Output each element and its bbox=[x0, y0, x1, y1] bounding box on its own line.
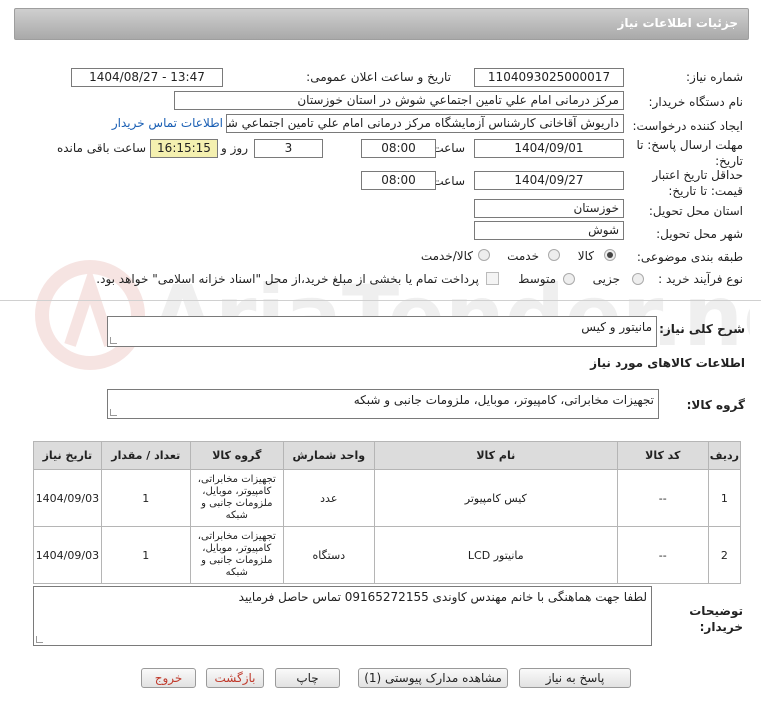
process-type-label: نوع فرآیند خرید : bbox=[658, 272, 743, 286]
category-option-service: خدمت bbox=[507, 249, 539, 263]
page-header: جزئیات اطلاعات نیاز bbox=[14, 8, 749, 40]
deadline-time-label: ساعت bbox=[432, 141, 465, 155]
contact-info-link[interactable]: اطلاعات تماس خریدار bbox=[112, 116, 223, 130]
remaining-time-field: 16:15:15 bbox=[150, 139, 218, 158]
process-radio-medium[interactable] bbox=[563, 273, 575, 285]
category-label: طبقه بندی موضوعی: bbox=[636, 250, 743, 264]
table-header-row: ردیف کد کالا نام کالا واحد شمارش گروه کا… bbox=[33, 441, 742, 470]
cell-code: -- bbox=[616, 526, 709, 584]
col-header-date: تاریخ نیاز bbox=[33, 441, 102, 470]
cell-group: تجهیزات مخابراتی، کامپیوتر، موبایل، ملزو… bbox=[189, 469, 284, 527]
cell-date: 1404/09/03 bbox=[33, 526, 102, 584]
summary-label: شرح کلی نیاز: bbox=[659, 322, 745, 336]
col-header-unit: واحد شمارش bbox=[282, 441, 375, 470]
announce-label: تاریخ و ساعت اعلان عمومی: bbox=[306, 70, 451, 84]
category-radio-service[interactable] bbox=[548, 249, 560, 261]
notes-field: لطفا جهت هماهنگی با خانم مهندس کاوندی 09… bbox=[33, 586, 652, 646]
validity-time-label: ساعت bbox=[432, 174, 465, 188]
need-number-label: شماره نیاز: bbox=[686, 70, 743, 84]
category-radio-both[interactable] bbox=[478, 249, 490, 261]
deadline-time-field: 08:00 bbox=[361, 139, 436, 158]
category-option-both: کالا/خدمت bbox=[420, 249, 473, 263]
creator-label: ایجاد کننده درخواست: bbox=[632, 119, 743, 133]
need-number-field: 1104093025000017 bbox=[474, 68, 624, 87]
province-label: استان محل تحویل: bbox=[648, 204, 743, 218]
process-option-minor: جزیی bbox=[592, 272, 620, 286]
validity-date-field: 1404/09/27 bbox=[474, 171, 624, 190]
remaining-time-label: ساعت باقی مانده bbox=[56, 141, 146, 155]
days-label: روز و bbox=[221, 141, 248, 155]
col-header-qty: تعداد / مقدار bbox=[100, 441, 191, 470]
cell-name: مانیتور LCD bbox=[373, 526, 618, 584]
validity-time-field: 08:00 bbox=[361, 171, 436, 190]
notes-label: توضیحات خریدار: bbox=[689, 604, 743, 634]
page-title: جزئیات اطلاعات نیاز bbox=[617, 16, 738, 30]
table-row[interactable]: 2 -- مانیتور LCD دستگاه تجهیزات مخابراتی… bbox=[33, 526, 742, 584]
treasury-checkbox[interactable] bbox=[486, 272, 499, 285]
cell-name: کیس کامپیوتر bbox=[373, 469, 618, 527]
col-header-group: گروه کالا bbox=[189, 441, 284, 470]
creator-field: داریوش آقاخانی کارشناس آزمایشگاه مرکز در… bbox=[226, 114, 624, 133]
goods-info-title: اطلاعات کالاهای مورد نیاز bbox=[590, 356, 745, 370]
attachments-button[interactable]: مشاهده مدارک پیوستی (1) bbox=[358, 668, 508, 688]
print-button[interactable]: چاپ bbox=[275, 668, 340, 688]
cell-qty: 1 bbox=[100, 469, 191, 527]
deadline-date-field: 1404/09/01 bbox=[474, 139, 624, 158]
summary-field: مانیتور و کیس bbox=[107, 316, 657, 347]
buyer-org-label: نام دستگاه خریدار: bbox=[648, 95, 744, 109]
cell-code: -- bbox=[616, 469, 709, 527]
items-table: ردیف کد کالا نام کالا واحد شمارش گروه کا… bbox=[33, 441, 742, 584]
category-radio-goods[interactable] bbox=[604, 249, 616, 261]
cell-group: تجهیزات مخابراتی، کامپیوتر، موبایل، ملزو… bbox=[189, 526, 284, 584]
col-header-row: ردیف bbox=[707, 441, 742, 470]
days-field: 3 bbox=[254, 139, 323, 158]
cell-row-number: 1 bbox=[707, 469, 742, 527]
payment-note: پرداخت تمام یا بخشی از مبلغ خرید،از محل … bbox=[96, 272, 479, 286]
city-field: شوش bbox=[474, 221, 624, 240]
cell-unit: عدد bbox=[282, 469, 375, 527]
buyer-org-field: مرکز درمانی امام علي تامين اجتماعي شوش د… bbox=[174, 91, 624, 110]
reply-button[interactable]: پاسخ به نیاز bbox=[519, 668, 631, 688]
cell-qty: 1 bbox=[100, 526, 191, 584]
process-radio-minor[interactable] bbox=[632, 273, 644, 285]
exit-button[interactable]: خروج bbox=[141, 668, 196, 688]
process-option-medium: متوسط bbox=[518, 272, 556, 286]
table-row[interactable]: 1 -- کیس کامپیوتر عدد تجهیزات مخابراتی، … bbox=[33, 469, 742, 527]
col-header-code: کد کالا bbox=[616, 441, 709, 470]
validity-label: حداقل تاریخ اعتبار قیمت: تا تاریخ: bbox=[652, 168, 743, 198]
category-option-goods: کالا bbox=[577, 249, 594, 263]
cell-row-number: 2 bbox=[707, 526, 742, 584]
cell-date: 1404/09/03 bbox=[33, 469, 102, 527]
cell-unit: دستگاه bbox=[282, 526, 375, 584]
deadline-label: مهلت ارسال پاسخ: تا تاریخ: bbox=[636, 138, 743, 168]
col-header-name: نام کالا bbox=[373, 441, 618, 470]
back-button[interactable]: بازگشت bbox=[206, 668, 264, 688]
province-field: خوزستان bbox=[474, 199, 624, 218]
goods-group-label: گروه کالا: bbox=[686, 398, 745, 412]
goods-group-field: تجهیزات مخابراتی، کامپیوتر، موبایل، ملزو… bbox=[107, 389, 659, 419]
divider bbox=[0, 300, 761, 301]
announce-field: 1404/08/27 - 13:47 bbox=[71, 68, 223, 87]
city-label: شهر محل تحویل: bbox=[656, 227, 743, 241]
